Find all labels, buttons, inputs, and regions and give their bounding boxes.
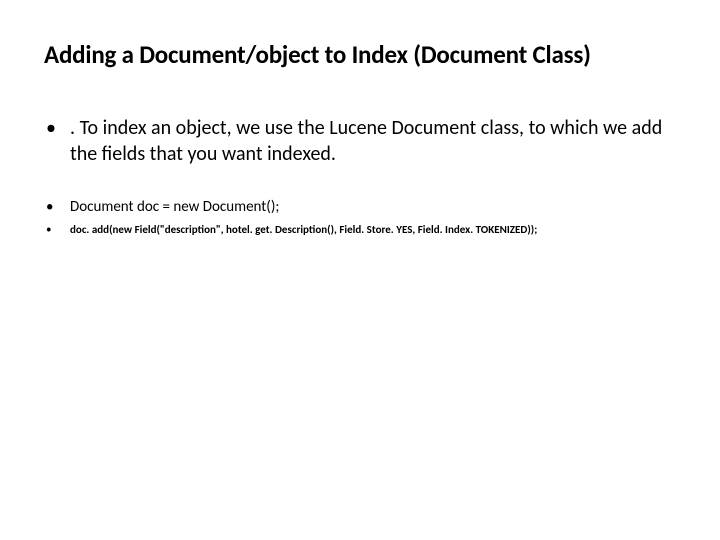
bullet-list: • . To index an object, we use the Lucen… bbox=[44, 116, 676, 238]
slide: Adding a Document/object to Index (Docum… bbox=[0, 0, 720, 540]
bullet-text: doc. add(new Field("description", hotel.… bbox=[70, 223, 676, 238]
bullet-level-1: • . To index an object, we use the Lucen… bbox=[44, 116, 676, 167]
bullet-dot: • bbox=[44, 223, 70, 238]
bullet-level-3: • doc. add(new Field("description", hote… bbox=[44, 223, 676, 238]
bullet-level-2: • Document doc = new Document(); bbox=[44, 197, 676, 217]
bullet-text: . To index an object, we use the Lucene … bbox=[70, 116, 676, 167]
slide-title: Adding a Document/object to Index (Docum… bbox=[44, 40, 676, 70]
bullet-dot: • bbox=[44, 197, 70, 217]
bullet-dot: • bbox=[44, 116, 70, 141]
bullet-text: Document doc = new Document(); bbox=[70, 197, 676, 217]
